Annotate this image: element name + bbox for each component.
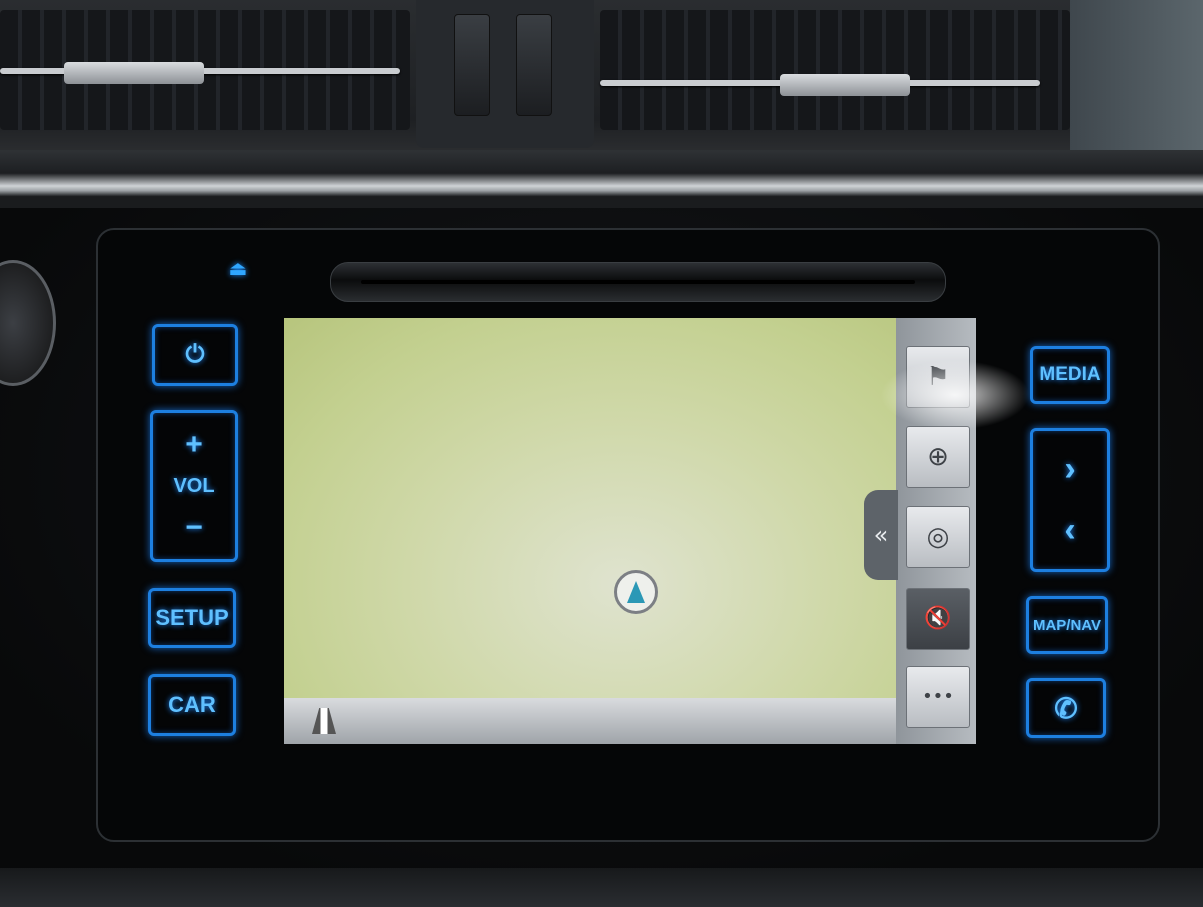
zoom-in-icon[interactable]: ⊕ (906, 426, 970, 488)
cd-slot-opening (361, 280, 915, 284)
volume-control: + VOL − (150, 410, 238, 562)
switch-panel (416, 0, 594, 148)
dashboard-bottom (0, 868, 1203, 907)
power-icon: ⏻ (185, 341, 205, 368)
car-label: CAR (168, 692, 216, 717)
vent-knob-right[interactable] (780, 74, 910, 96)
map-nav-button[interactable]: MAP/NAV (1026, 596, 1108, 654)
cd-slot[interactable] (330, 262, 946, 302)
current-position-icon[interactable]: ◎ (906, 506, 970, 568)
rocker-switch-2[interactable] (516, 14, 552, 116)
next-track-button[interactable]: › (1064, 450, 1075, 489)
media-label: MEDIA (1039, 364, 1101, 385)
air-vent-right (600, 10, 1070, 130)
setup-label: SETUP (155, 605, 229, 630)
mute-icon[interactable]: 🔇 (906, 588, 970, 650)
media-button[interactable]: MEDIA (1030, 346, 1110, 404)
air-vent-left (0, 10, 410, 130)
power-button[interactable]: ⏻ (152, 324, 238, 386)
map-status-bar (284, 698, 896, 744)
car-button[interactable]: CAR (148, 674, 236, 736)
chrome-trim (0, 150, 1203, 208)
setup-button[interactable]: SETUP (148, 588, 236, 648)
volume-label: VOL (173, 474, 215, 497)
volume-up-button[interactable]: + (185, 428, 203, 462)
seek-control: › ‹ (1030, 428, 1110, 572)
map-nav-label: MAP/NAV (1032, 616, 1102, 634)
more-options-icon[interactable]: ••• (906, 666, 970, 728)
touchscreen: « ⚑ ⊕ ◎ 🔇 ••• (284, 318, 976, 744)
vent-knob-left[interactable] (64, 62, 204, 84)
collapse-menu-button[interactable]: « (864, 490, 898, 580)
dashboard-right-panel (1070, 0, 1203, 150)
previous-track-button[interactable]: ‹ (1064, 511, 1075, 550)
road-icon[interactable] (312, 708, 336, 734)
volume-down-button[interactable]: − (185, 511, 203, 545)
phone-icon: ✆ (1054, 692, 1078, 724)
phone-button[interactable]: ✆ (1026, 678, 1106, 738)
eject-icon[interactable]: ⏏ (226, 257, 250, 279)
navigation-map[interactable] (284, 318, 896, 698)
dashboard-top (0, 0, 1203, 150)
vehicle-position-icon (614, 570, 658, 614)
rocker-switch-1[interactable] (454, 14, 490, 116)
destination-flag-icon[interactable]: ⚑ (906, 346, 970, 408)
